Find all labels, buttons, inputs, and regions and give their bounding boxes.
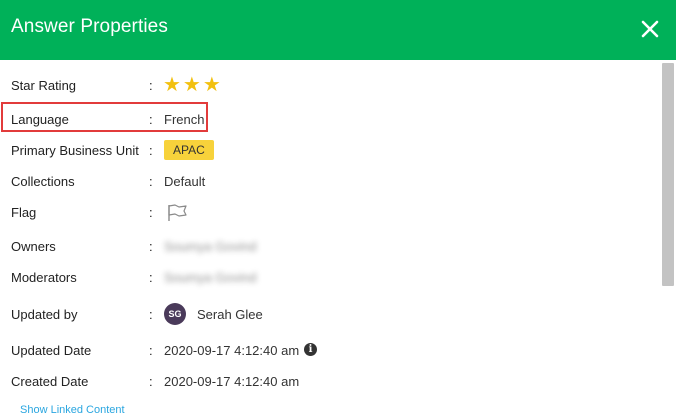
dialog-title: Answer Properties <box>11 16 168 37</box>
info-icon[interactable]: i <box>304 343 317 356</box>
property-label: Star Rating <box>11 78 77 93</box>
avatar: SG <box>164 303 186 325</box>
property-colon: : <box>149 112 153 127</box>
property-colon: : <box>149 270 153 285</box>
property-row-created-date: Created Date : 2020-09-17 4:12:40 am <box>0 370 660 394</box>
property-colon: : <box>149 307 153 322</box>
property-colon: : <box>149 205 153 220</box>
property-label: Owners <box>11 239 56 254</box>
close-icon[interactable] <box>638 17 662 41</box>
property-label: Language <box>11 112 69 127</box>
property-row-owners: Owners : Soumya Govind <box>0 235 660 259</box>
property-row-moderators: Moderators : Soumya Govind <box>0 266 660 290</box>
property-label: Updated Date <box>11 343 92 358</box>
property-row-language: Language : French <box>0 108 660 132</box>
moderators-value: Soumya Govind <box>164 270 257 285</box>
property-label: Created Date <box>11 374 89 389</box>
collections-value: Default <box>164 174 206 189</box>
star-rating-icon: ★★★ <box>163 74 223 96</box>
property-row-primary-business-unit: Primary Business Unit : APAC <box>0 139 660 163</box>
created-date-value: 2020-09-17 4:12:40 am <box>164 374 300 389</box>
property-row-flag: Flag : <box>0 201 660 225</box>
property-colon: : <box>149 143 153 158</box>
property-colon: : <box>149 343 153 358</box>
property-label: Collections <box>11 174 75 189</box>
property-colon: : <box>149 374 153 389</box>
updated-by-name: Serah Glee <box>197 307 263 322</box>
property-label: Primary Business Unit <box>11 143 139 158</box>
property-colon: : <box>149 78 153 93</box>
property-row-collections: Collections : Default <box>0 170 660 194</box>
show-linked-content-link[interactable]: Show Linked Content <box>20 404 125 415</box>
language-value: French <box>164 112 205 127</box>
property-colon: : <box>149 174 153 189</box>
property-row-updated-date: Updated Date : 2020-09-17 4:12:40 am i <box>0 339 660 363</box>
property-label: Moderators <box>11 270 77 285</box>
updated-date-value: 2020-09-17 4:12:40 am <box>164 343 300 358</box>
scrollbar-thumb[interactable] <box>662 63 674 286</box>
property-row-updated-by: Updated by : SG Serah Glee <box>0 303 660 327</box>
dialog-header: Answer Properties <box>0 0 676 60</box>
property-colon: : <box>149 239 153 254</box>
flag-icon[interactable] <box>167 204 189 222</box>
business-unit-badge: APAC <box>164 140 214 160</box>
answer-properties-dialog: Answer Properties Star Rating : ★★★ Lang… <box>0 0 676 415</box>
owners-value: Soumya Govind <box>164 239 257 254</box>
property-row-star-rating: Star Rating : ★★★ <box>0 74 660 98</box>
property-label: Updated by <box>11 307 78 322</box>
property-label: Flag <box>11 205 37 220</box>
